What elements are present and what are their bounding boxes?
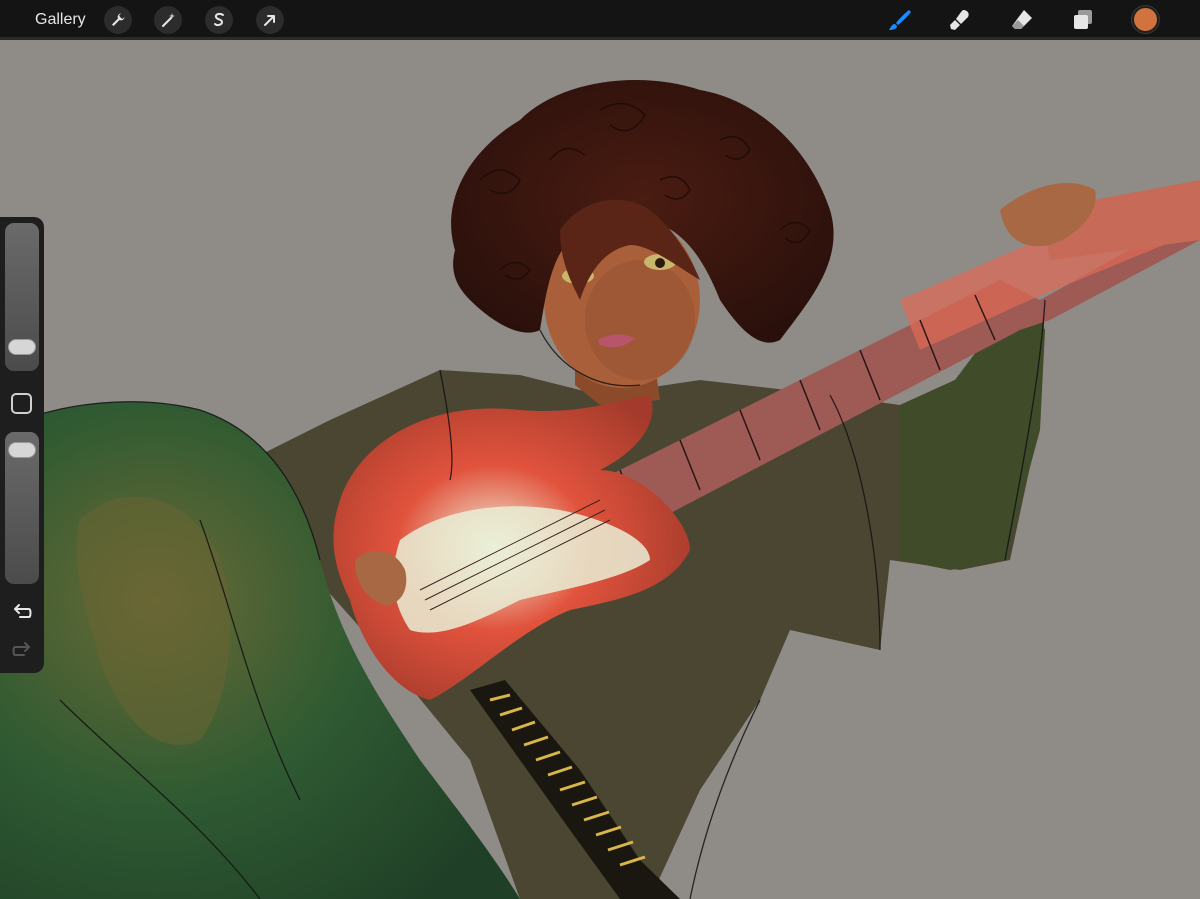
wrench-icon — [112, 13, 125, 26]
brush-icon — [889, 10, 911, 30]
smudge-icon — [950, 10, 969, 30]
transform-button[interactable] — [256, 6, 284, 34]
selection-icon — [214, 12, 224, 27]
magic-wand-icon — [162, 13, 175, 27]
transform-arrow-icon — [264, 15, 275, 26]
redo-icon[interactable] — [10, 639, 34, 663]
brush-size-thumb[interactable] — [8, 339, 36, 356]
selection-button[interactable] — [205, 6, 233, 34]
eraser-icon — [1012, 10, 1032, 29]
actions-button[interactable] — [104, 6, 132, 34]
face-shadow — [585, 260, 695, 380]
smudge-tool-button[interactable] — [944, 4, 976, 36]
adjustments-button[interactable] — [154, 6, 182, 34]
brush-size-slider[interactable] — [5, 223, 39, 371]
paint-tool-button[interactable] — [884, 4, 916, 36]
gallery-button[interactable]: Gallery — [35, 0, 86, 40]
drawing-canvas[interactable] — [0, 0, 1200, 899]
top-toolbar: Gallery — [0, 0, 1200, 40]
color-picker-button[interactable] — [1132, 6, 1159, 33]
modify-button[interactable] — [11, 393, 32, 414]
opacity-thumb[interactable] — [8, 441, 36, 458]
eraser-tool-button[interactable] — [1006, 4, 1038, 36]
opacity-slider[interactable] — [5, 432, 39, 584]
layers-button[interactable] — [1067, 4, 1099, 36]
right-pupil — [655, 258, 665, 268]
left-sidebar — [0, 217, 44, 673]
layers-icon — [1074, 10, 1092, 29]
undo-icon[interactable] — [10, 601, 34, 625]
